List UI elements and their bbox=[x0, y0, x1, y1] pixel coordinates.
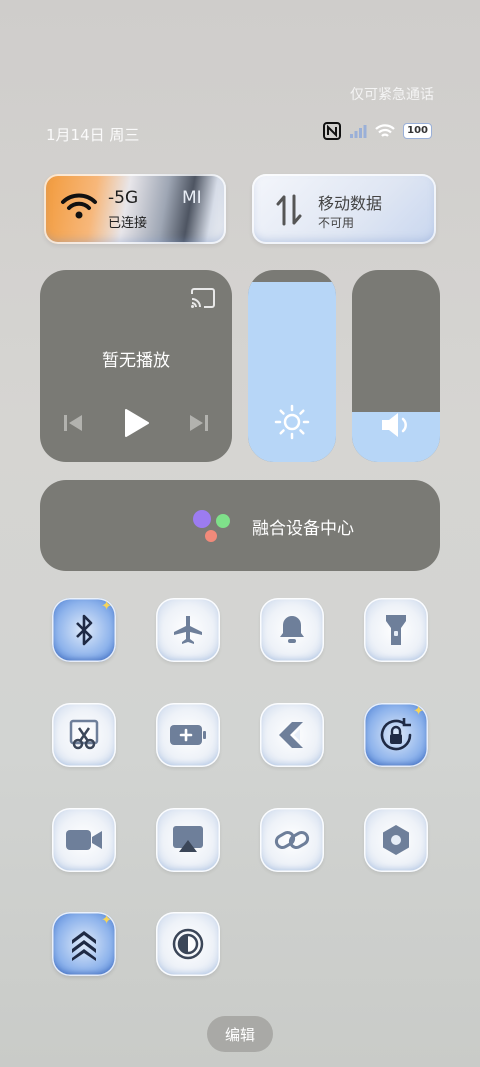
rotation-lock-icon bbox=[380, 718, 412, 751]
sun-icon bbox=[248, 404, 336, 440]
bell-icon bbox=[280, 616, 304, 643]
link-icon bbox=[274, 831, 310, 849]
data-arrows-icon bbox=[276, 194, 302, 230]
share-toggle[interactable] bbox=[260, 703, 324, 767]
link-toggle[interactable] bbox=[260, 808, 324, 872]
flashlight-toggle[interactable] bbox=[364, 598, 428, 662]
airplane-icon bbox=[174, 616, 202, 644]
next-icon[interactable] bbox=[188, 412, 210, 438]
bluetooth-toggle[interactable]: ✦ bbox=[52, 598, 116, 662]
battery-icon: 100 bbox=[403, 123, 432, 139]
mobile-data-tile[interactable]: 移动数据 不可用 bbox=[252, 174, 436, 244]
hexagon-icon bbox=[383, 825, 409, 855]
battery-saver-toggle[interactable] bbox=[156, 703, 220, 767]
wifi-network-suffix: MI bbox=[182, 188, 202, 208]
screen-cast-toggle[interactable] bbox=[156, 808, 220, 872]
fusion-label: 融合设备中心 bbox=[252, 519, 354, 539]
fusion-dots-icon bbox=[193, 510, 230, 542]
wifi-tile[interactable]: -5G MI 已连接 bbox=[44, 174, 226, 244]
play-icon[interactable] bbox=[122, 408, 150, 442]
previous-icon[interactable] bbox=[62, 412, 84, 438]
brightness-slider[interactable] bbox=[248, 270, 336, 462]
status-icons: 100 bbox=[323, 122, 432, 140]
sparkle-icon: ✦ bbox=[101, 913, 112, 928]
cast-screen-icon bbox=[173, 826, 203, 852]
silent-toggle[interactable] bbox=[260, 598, 324, 662]
nfc-icon bbox=[323, 122, 342, 140]
speaker-icon bbox=[352, 410, 440, 440]
wifi-icon bbox=[60, 192, 98, 224]
media-title: 暂无播放 bbox=[102, 351, 170, 371]
cast-icon[interactable] bbox=[190, 288, 216, 312]
bluetooth-icon bbox=[76, 614, 93, 646]
performance-toggle[interactable]: ✦ bbox=[52, 912, 116, 976]
edit-button[interactable]: 编辑 bbox=[207, 1016, 273, 1052]
settings-toggle[interactable] bbox=[364, 808, 428, 872]
video-icon bbox=[66, 830, 102, 850]
airplane-toggle[interactable] bbox=[156, 598, 220, 662]
share-icon bbox=[279, 722, 303, 748]
screenshot-toggle[interactable] bbox=[52, 703, 116, 767]
media-player[interactable]: 暂无播放 bbox=[40, 270, 232, 462]
mobile-data-status: 不可用 bbox=[318, 216, 355, 230]
rotation-lock-toggle[interactable]: ✦ bbox=[364, 703, 428, 767]
emergency-call-text: 仅可紧急通话 bbox=[350, 87, 434, 103]
flashlight-icon bbox=[386, 615, 406, 645]
screen-record-toggle[interactable] bbox=[52, 808, 116, 872]
chevrons-up-icon bbox=[72, 931, 96, 961]
sparkle-icon: ✦ bbox=[101, 599, 112, 614]
signal-icon bbox=[350, 125, 367, 138]
date-text: 1月14日 周三 bbox=[46, 126, 140, 144]
device-fusion-center[interactable]: 融合设备中心 bbox=[40, 480, 440, 571]
wifi-status: 已连接 bbox=[108, 216, 148, 231]
scissors-icon bbox=[69, 719, 99, 750]
dark-mode-toggle[interactable] bbox=[156, 912, 220, 976]
sparkle-icon: ✦ bbox=[413, 704, 424, 719]
volume-slider[interactable] bbox=[352, 270, 440, 462]
battery-plus-icon bbox=[170, 725, 206, 745]
mobile-data-title: 移动数据 bbox=[318, 194, 383, 213]
wifi-network-name: -5G bbox=[108, 188, 139, 208]
wifi-icon bbox=[375, 123, 395, 137]
contrast-icon bbox=[172, 928, 204, 960]
